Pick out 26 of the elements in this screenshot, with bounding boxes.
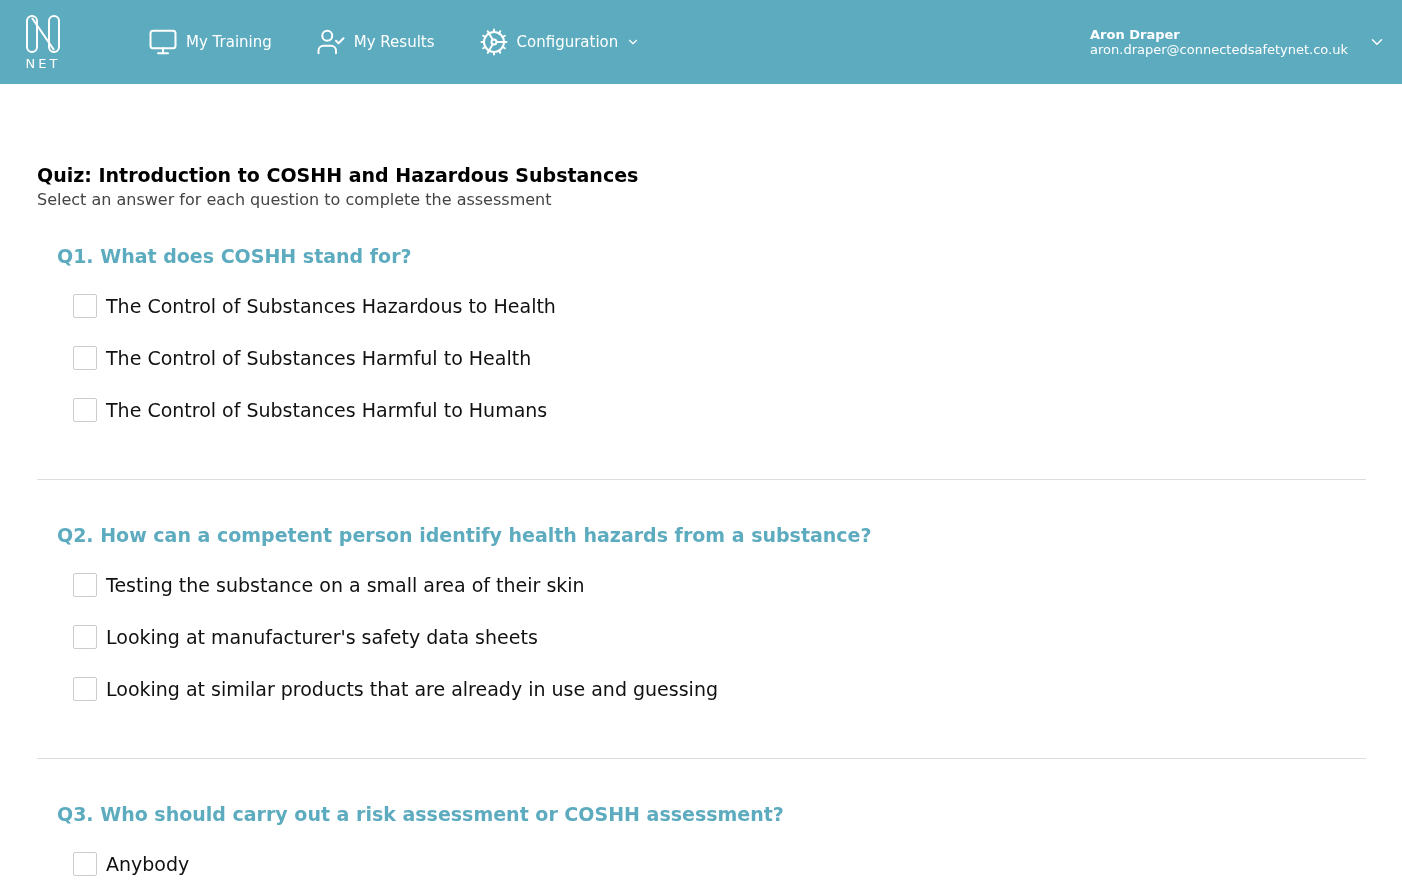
checkbox[interactable] <box>73 346 97 370</box>
checkbox[interactable] <box>73 294 97 318</box>
answer-option[interactable]: The Control of Substances Harmful to Humans <box>106 399 548 421</box>
checkbox[interactable] <box>73 625 97 649</box>
question-text: Q3. Who should carry out a risk assessment or COSHH assessment? <box>57 803 785 825</box>
question-text: Q1. What does COSHH stand for? <box>57 245 413 267</box>
user-name: Aron Draper <box>1090 27 1181 42</box>
user-check-icon <box>315 27 346 57</box>
checkbox[interactable] <box>73 677 97 701</box>
answer-option[interactable]: Anybody <box>106 853 190 875</box>
logo-text: NET <box>25 55 61 71</box>
question-text: Q2. How can a competent person identify health hazards from a substance? <box>57 524 873 546</box>
answer-option[interactable]: Looking at manufacturer's safety data sheets <box>106 626 538 648</box>
monitor-icon <box>148 27 178 57</box>
logo-icon <box>25 13 61 54</box>
checkbox[interactable] <box>73 573 97 597</box>
answer-option[interactable]: The Control of Substances Hazardous to Health <box>106 295 556 317</box>
answer-option[interactable]: Looking at similar products that are already in use and guessing <box>106 678 718 700</box>
quiz-title: Quiz: Introduction to COSHH and Hazardous Substances <box>37 164 640 186</box>
checkbox[interactable] <box>73 398 97 422</box>
answer-option[interactable]: The Control of Substances Harmful to Health <box>106 347 532 369</box>
checkbox[interactable] <box>73 852 97 876</box>
answer-option[interactable]: Testing the substance on a small area of their skin <box>106 574 585 596</box>
user-email: aron.draper@connectedsafetynet.co.uk <box>1090 42 1348 57</box>
gear-icon <box>478 27 509 57</box>
quiz-subtitle: Select an answer for each question to complete the assessment <box>37 190 553 209</box>
